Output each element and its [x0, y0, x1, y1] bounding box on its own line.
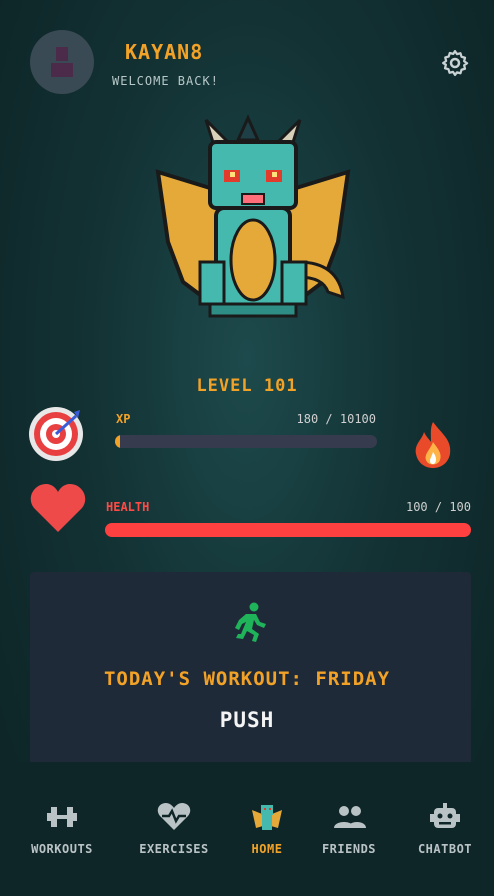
welcome-message: WELCOME BACK! — [112, 74, 219, 88]
nav-label-home: HOME — [251, 842, 283, 856]
heart-icon — [30, 484, 86, 532]
nav-label-exercises: EXERCISES — [139, 842, 209, 856]
xp-progress-bar — [115, 435, 377, 448]
users-icon — [334, 806, 366, 828]
nav-label-chatbot: CHATBOT — [417, 842, 473, 856]
running-person-icon — [235, 602, 266, 642]
bottom-navigation: WORKOUTS EXERCISES HOME FRIENDS CHATBOT — [0, 762, 494, 896]
nav-label-workouts: WORKOUTS — [31, 842, 93, 856]
nav-chatbot[interactable]: CHATBOT — [396, 802, 494, 856]
workout-type: PUSH — [219, 708, 275, 732]
level-label: LEVEL 101 — [196, 376, 298, 396]
avatar[interactable] — [30, 30, 94, 94]
gear-icon[interactable] — [440, 48, 470, 78]
xp-label: XP — [116, 412, 131, 426]
nav-label-friends: FRIENDS — [321, 842, 377, 856]
xp-value: 180 / 10100 — [296, 412, 376, 426]
health-value: 100 / 100 — [405, 500, 471, 514]
dragon-icon — [252, 805, 282, 830]
health-progress-fill — [105, 523, 471, 537]
heart-pulse-icon — [157, 803, 191, 830]
flame-icon — [415, 422, 451, 468]
target-icon — [29, 407, 83, 461]
nav-exercises[interactable]: EXERCISES — [125, 802, 223, 856]
xp-progress-fill — [115, 435, 120, 448]
username: KAYAN8 — [125, 40, 204, 64]
nav-friends[interactable]: FRIENDS — [300, 802, 398, 856]
dumbbell-icon — [47, 807, 77, 827]
health-label: HEALTH — [106, 500, 150, 514]
health-progress-bar — [105, 523, 471, 537]
robot-icon — [430, 803, 460, 828]
user-avatar-icon — [51, 47, 73, 77]
pixel-dragon — [155, 114, 351, 318]
workout-title: TODAY'S WORKOUT: FRIDAY — [103, 668, 391, 690]
nav-workouts[interactable]: WORKOUTS — [13, 802, 111, 856]
